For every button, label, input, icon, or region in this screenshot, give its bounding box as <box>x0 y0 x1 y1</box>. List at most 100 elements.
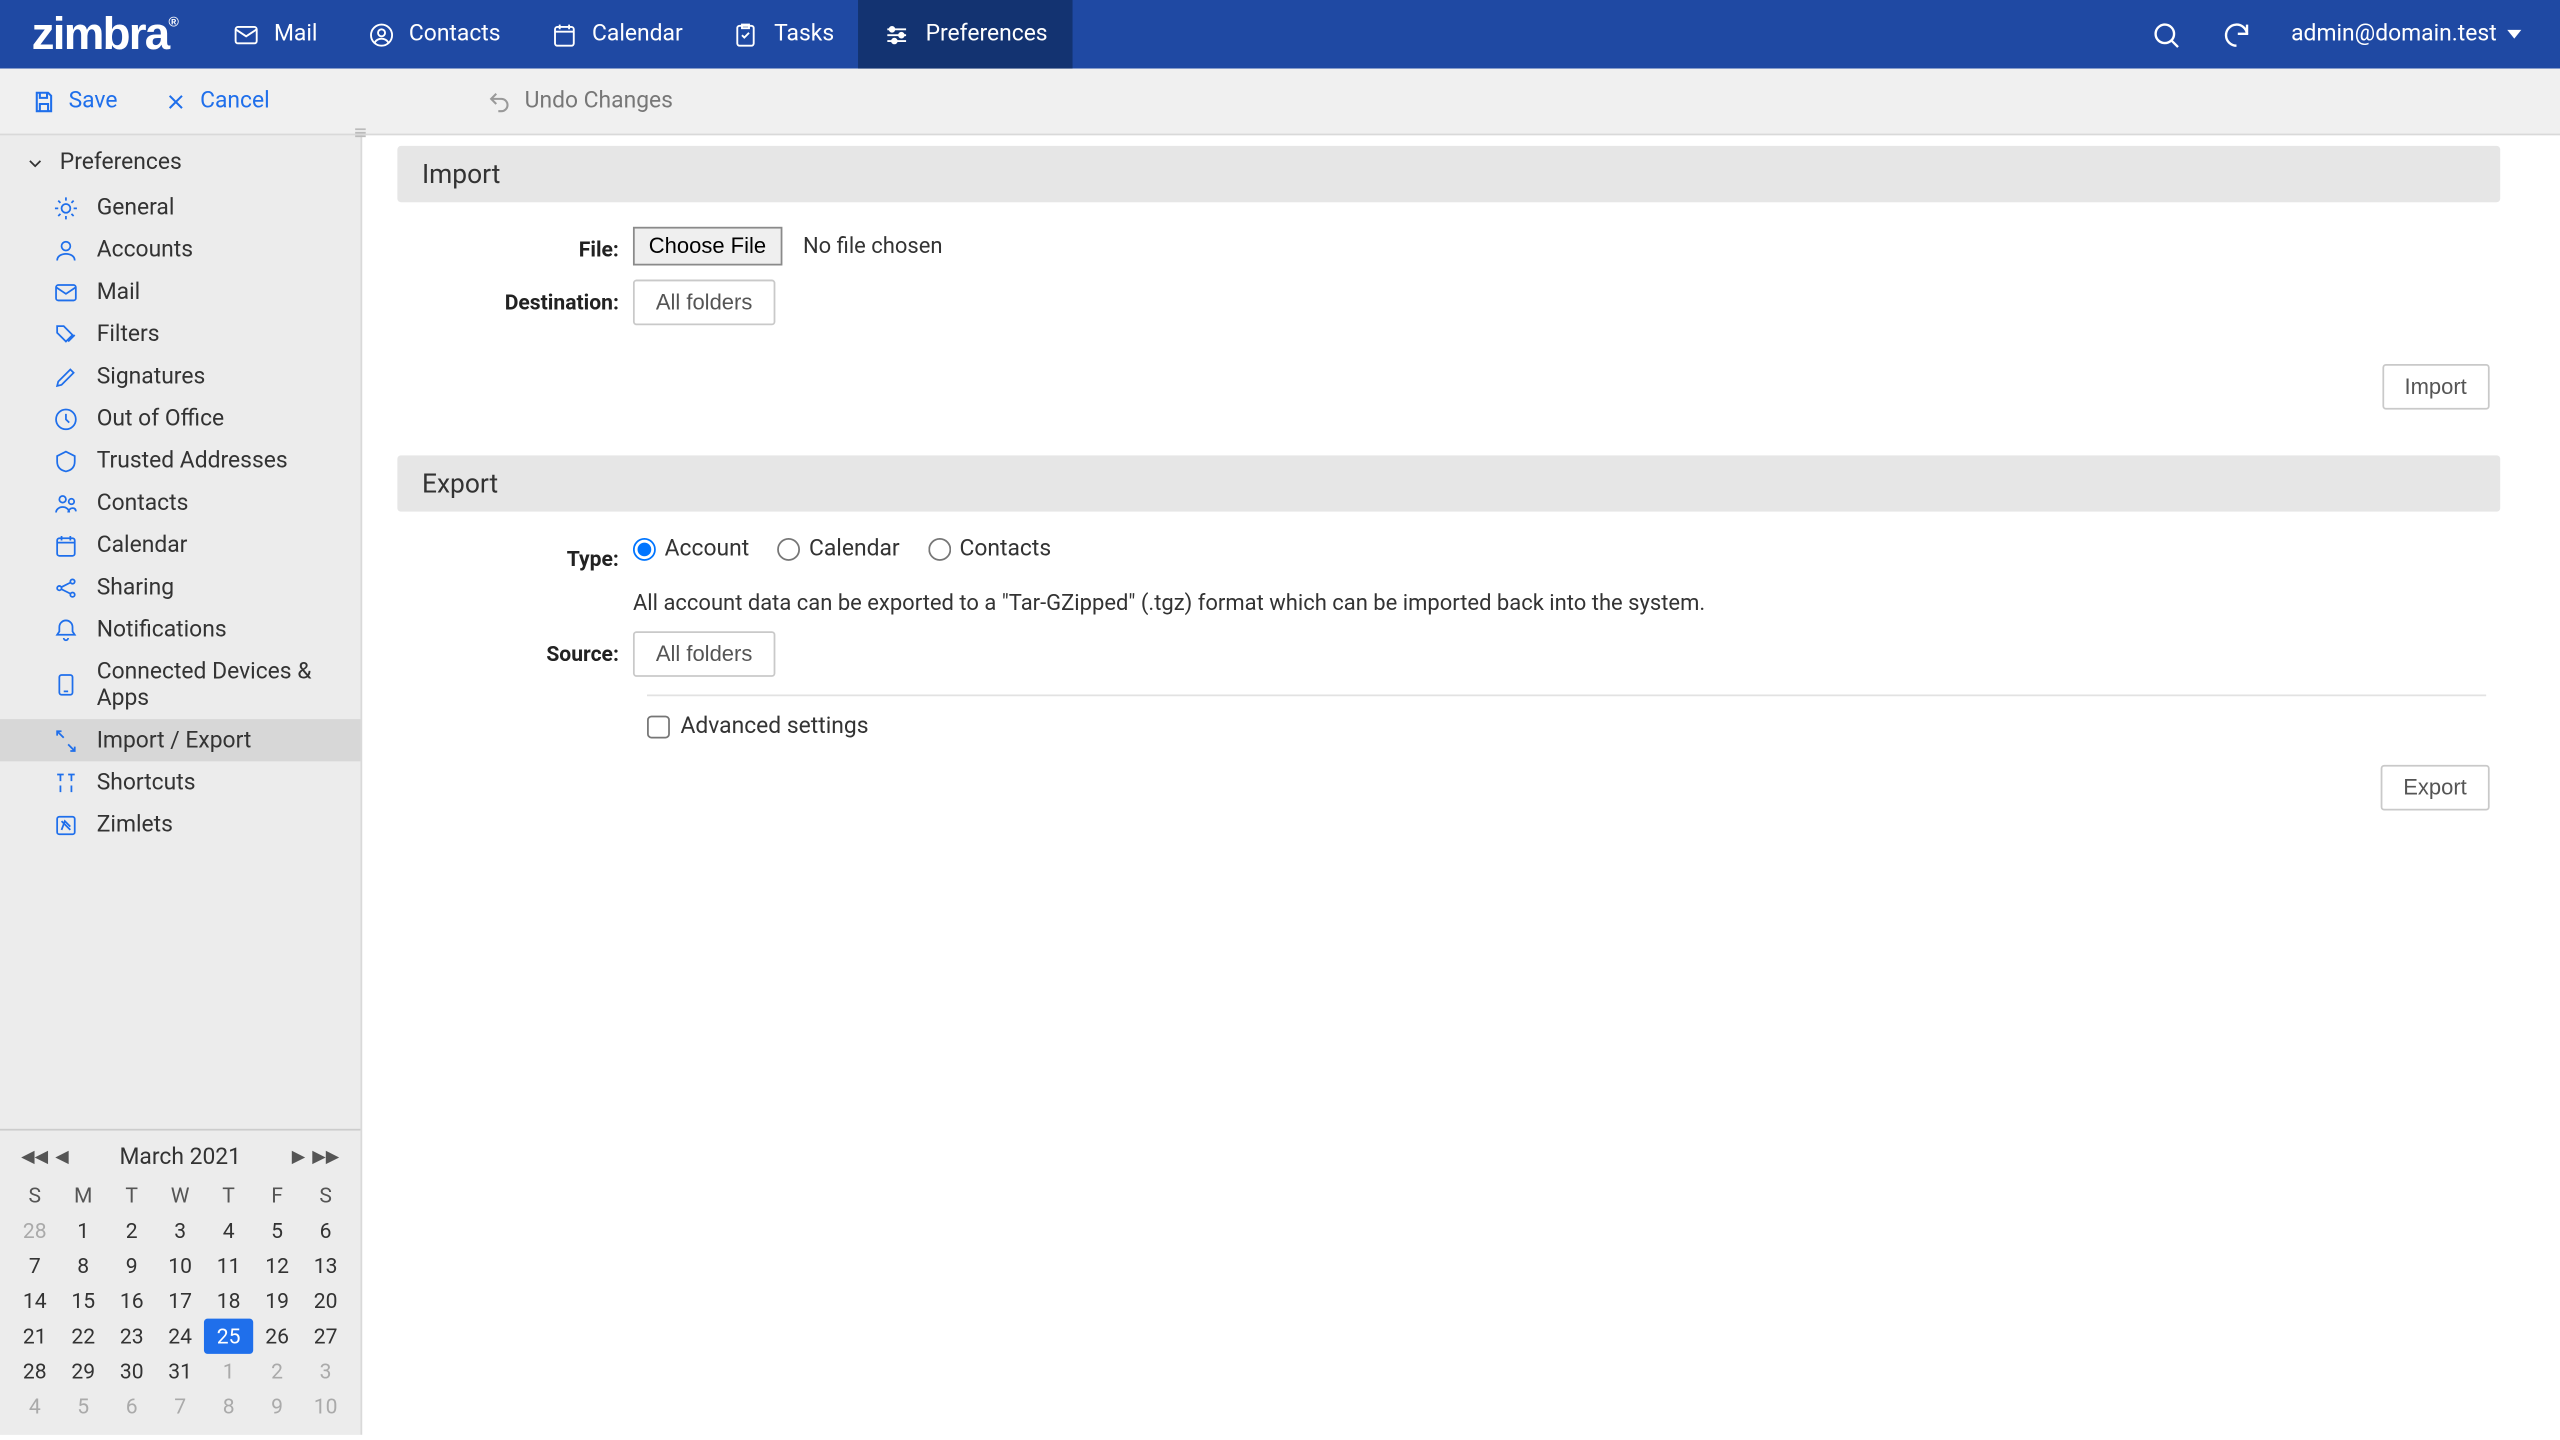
cal-day[interactable]: 29 <box>59 1354 107 1389</box>
cal-day[interactable]: 21 <box>11 1319 59 1354</box>
sidebar-item-connected-devices-apps[interactable]: Connected Devices & Apps <box>0 651 360 720</box>
calendar-icon <box>550 20 578 48</box>
cal-day[interactable]: 8 <box>204 1389 252 1424</box>
cal-dow: T <box>107 1178 155 1213</box>
radio-account-input[interactable] <box>633 538 656 561</box>
sidebar-item-icon <box>53 321 79 347</box>
cal-day[interactable]: 7 <box>11 1248 59 1283</box>
cal-day[interactable]: 1 <box>59 1213 107 1248</box>
radio-calendar[interactable]: Calendar <box>777 536 899 562</box>
cal-day[interactable]: 28 <box>11 1213 59 1248</box>
import-action-button[interactable]: Import <box>2382 364 2490 410</box>
sidebar-item-sharing[interactable]: Sharing <box>0 566 360 608</box>
sidebar-item-contacts[interactable]: Contacts <box>0 482 360 524</box>
sidebar-item-signatures[interactable]: Signatures <box>0 355 360 397</box>
cal-day[interactable]: 5 <box>59 1389 107 1424</box>
cal-day[interactable]: 23 <box>107 1319 155 1354</box>
cal-day[interactable]: 25 <box>204 1319 252 1354</box>
import-file-label: File: <box>411 227 633 262</box>
cal-day[interactable]: 10 <box>301 1389 350 1424</box>
cancel-button[interactable]: Cancel <box>163 88 270 114</box>
sidebar-item-icon <box>53 811 79 837</box>
sidebar-item-import-export[interactable]: Import / Export <box>0 719 360 761</box>
cal-day[interactable]: 4 <box>204 1213 252 1248</box>
cal-day[interactable]: 1 <box>204 1354 252 1389</box>
cal-day[interactable]: 9 <box>253 1389 301 1424</box>
sidebar-item-accounts[interactable]: Accounts <box>0 229 360 271</box>
tab-contacts[interactable]: Contacts <box>342 0 525 69</box>
cal-day[interactable]: 3 <box>301 1354 350 1389</box>
cal-day[interactable]: 2 <box>107 1213 155 1248</box>
sidebar-item-general[interactable]: General <box>0 186 360 228</box>
cal-day[interactable]: 9 <box>107 1248 155 1283</box>
cal-dow: S <box>301 1178 350 1213</box>
advanced-settings-checkbox[interactable] <box>647 716 670 739</box>
sidebar-item-notifications[interactable]: Notifications <box>0 608 360 650</box>
tab-calendar-label: Calendar <box>592 21 683 47</box>
sidebar-item-mail[interactable]: Mail <box>0 271 360 313</box>
import-header: Import <box>397 146 2500 202</box>
cal-day[interactable]: 14 <box>11 1284 59 1319</box>
choose-file-button[interactable]: Choose File <box>633 227 782 266</box>
advanced-settings-label: Advanced settings <box>680 714 868 740</box>
cal-day[interactable]: 28 <box>11 1354 59 1389</box>
cal-day[interactable]: 8 <box>59 1248 107 1283</box>
cal-day[interactable]: 2 <box>253 1354 301 1389</box>
sidebar-item-filters[interactable]: Filters <box>0 313 360 355</box>
sidebar-item-label: Accounts <box>97 236 193 262</box>
cal-prev-month[interactable]: ◀ <box>55 1148 69 1167</box>
cal-day[interactable]: 18 <box>204 1284 252 1319</box>
export-action-button[interactable]: Export <box>2380 765 2489 811</box>
save-button[interactable]: Save <box>32 88 118 114</box>
cal-day[interactable]: 16 <box>107 1284 155 1319</box>
sidebar-item-shortcuts[interactable]: Shortcuts <box>0 761 360 803</box>
radio-calendar-input[interactable] <box>777 538 800 561</box>
tab-tasks[interactable]: Tasks <box>707 0 858 69</box>
cal-day[interactable]: 10 <box>156 1248 204 1283</box>
cal-day[interactable]: 13 <box>301 1248 350 1283</box>
cal-day[interactable]: 12 <box>253 1248 301 1283</box>
sidebar-item-calendar[interactable]: Calendar <box>0 524 360 566</box>
cal-prev-year[interactable]: ◀◀ <box>21 1148 48 1167</box>
import-destination-button[interactable]: All folders <box>633 280 775 326</box>
user-menu[interactable]: admin@domain.test <box>2291 21 2521 47</box>
sidebar-header[interactable]: Preferences <box>0 135 360 186</box>
cal-dow: F <box>253 1178 301 1213</box>
tab-mail[interactable]: Mail <box>207 0 342 69</box>
tab-calendar[interactable]: Calendar <box>525 0 707 69</box>
cal-day[interactable]: 17 <box>156 1284 204 1319</box>
cal-day[interactable]: 20 <box>301 1284 350 1319</box>
cal-day[interactable]: 26 <box>253 1319 301 1354</box>
radio-contacts-input[interactable] <box>928 538 951 561</box>
cal-day[interactable]: 4 <box>11 1389 59 1424</box>
export-divider <box>647 695 2486 697</box>
search-icon[interactable] <box>2150 18 2182 50</box>
cal-day[interactable]: 6 <box>107 1389 155 1424</box>
cal-day[interactable]: 31 <box>156 1354 204 1389</box>
cal-day[interactable]: 3 <box>156 1213 204 1248</box>
radio-contacts[interactable]: Contacts <box>928 536 1051 562</box>
undo-button[interactable]: Undo Changes <box>488 88 673 114</box>
cal-next-year[interactable]: ▶▶ <box>312 1148 339 1167</box>
tab-preferences[interactable]: Preferences <box>859 0 1072 69</box>
cal-day[interactable]: 30 <box>107 1354 155 1389</box>
sidebar-item-out-of-office[interactable]: Out of Office <box>0 397 360 439</box>
sidebar-resize-handle[interactable] <box>355 128 366 142</box>
export-source-button[interactable]: All folders <box>633 631 775 677</box>
cal-day[interactable]: 15 <box>59 1284 107 1319</box>
main-content: Import File: Choose File No file chosen … <box>362 135 2560 1434</box>
cal-day[interactable]: 27 <box>301 1319 350 1354</box>
cal-day[interactable]: 7 <box>156 1389 204 1424</box>
sidebar-item-trusted-addresses[interactable]: Trusted Addresses <box>0 440 360 482</box>
cal-day[interactable]: 19 <box>253 1284 301 1319</box>
cal-next-month[interactable]: ▶ <box>292 1148 306 1167</box>
mini-cal-table: SMTWTFS 28123456789101112131415161718192… <box>11 1178 350 1424</box>
radio-account[interactable]: Account <box>633 536 749 562</box>
cal-day[interactable]: 11 <box>204 1248 252 1283</box>
sidebar-item-zimlets[interactable]: Zimlets <box>0 804 360 846</box>
refresh-icon[interactable] <box>2221 18 2253 50</box>
cal-day[interactable]: 22 <box>59 1319 107 1354</box>
cal-day[interactable]: 24 <box>156 1319 204 1354</box>
cal-day[interactable]: 5 <box>253 1213 301 1248</box>
cal-day[interactable]: 6 <box>301 1213 350 1248</box>
